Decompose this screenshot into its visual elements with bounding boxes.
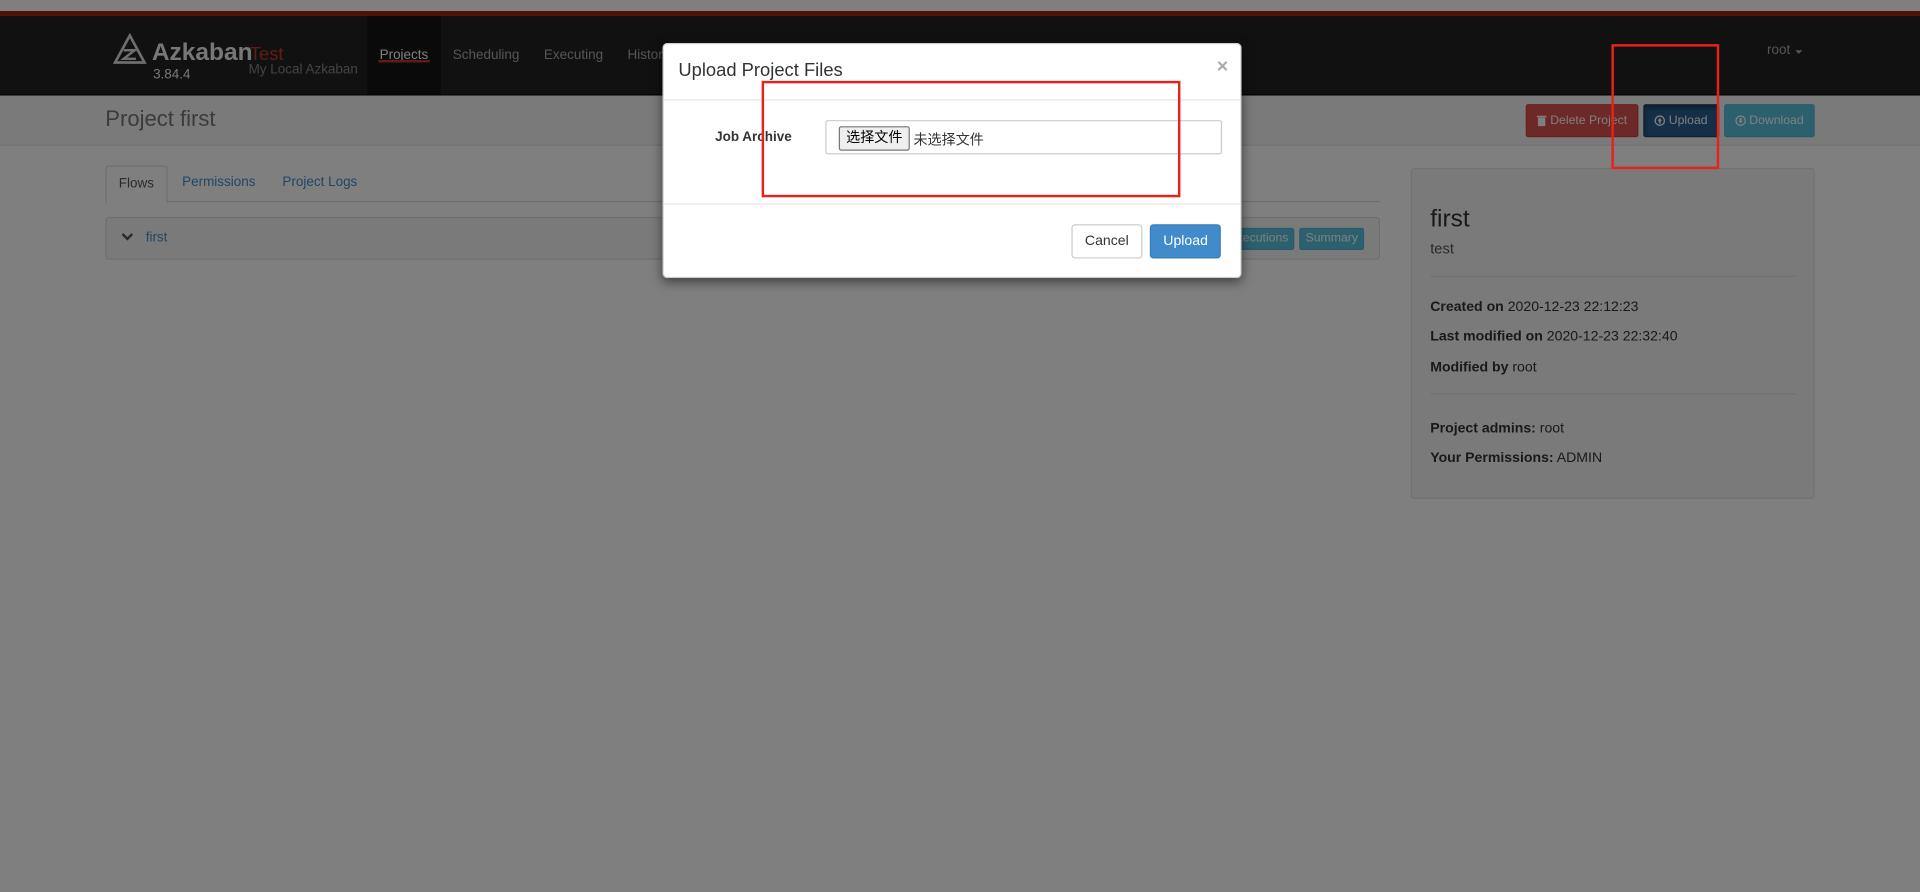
job-archive-label: Job Archive bbox=[715, 129, 792, 145]
file-status-text: 未选择文件 bbox=[913, 133, 984, 149]
modal-title: Upload Project Files bbox=[678, 60, 843, 81]
choose-file-button[interactable]: 选择文件 bbox=[838, 126, 910, 151]
job-archive-file-input[interactable]: 选择文件 未选择文件 bbox=[825, 120, 1223, 155]
cancel-button[interactable]: Cancel bbox=[1071, 224, 1143, 259]
divider bbox=[663, 99, 1241, 101]
divider bbox=[663, 203, 1241, 205]
upload-modal: Upload Project Files × Job Archive 选择文件 … bbox=[662, 42, 1242, 279]
page: Azkaban Test 3.84.4 My Local Azkaban Pro… bbox=[0, 0, 1920, 892]
modal-upload-button[interactable]: Upload bbox=[1149, 224, 1222, 259]
close-icon[interactable]: × bbox=[1217, 56, 1228, 78]
